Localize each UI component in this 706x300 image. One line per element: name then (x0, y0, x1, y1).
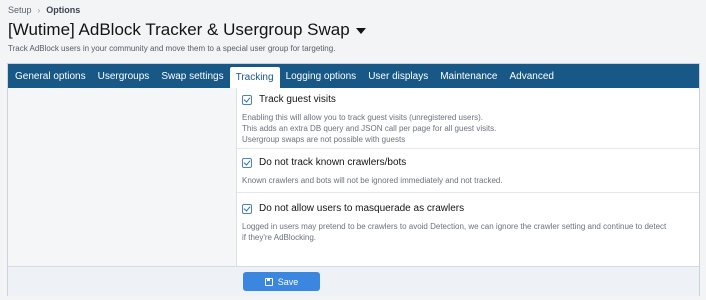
label-column (8, 88, 237, 266)
caret-down-icon[interactable] (355, 28, 366, 34)
option-row-ignore-crawlers: Do not track known crawlers/bots Known c… (237, 149, 699, 193)
tab-general-options[interactable]: General options (9, 64, 92, 88)
track-guest-visits-label[interactable]: Track guest visits (259, 94, 336, 105)
breadcrumb-options[interactable]: Options (46, 5, 80, 15)
option-hint: Enabling this will allow you to track gu… (242, 113, 483, 122)
option-row-no-masquerade: Do not allow users to masquerade as craw… (237, 193, 699, 266)
track-guest-visits-checkbox[interactable] (242, 94, 252, 105)
option-hints: Known crawlers and bots will not be igno… (242, 175, 691, 186)
tab-user-displays[interactable]: User displays (362, 64, 434, 88)
option-hint: if they're AdBlocking. (242, 233, 317, 242)
tab-swap-settings[interactable]: Swap settings (155, 64, 229, 88)
no-masquerade-label[interactable]: Do not allow users to masquerade as craw… (259, 203, 464, 214)
tab-tracking[interactable]: Tracking (229, 67, 280, 88)
tab-bar: General options Usergroups Swap settings… (8, 64, 699, 88)
option-rows: Track guest visits Enabling this will al… (237, 88, 699, 266)
save-button-label: Save (277, 276, 299, 287)
tab-maintenance[interactable]: Maintenance (434, 64, 503, 88)
options-panel: General options Usergroups Swap settings… (7, 63, 700, 296)
option-hints: Enabling this will allow you to track gu… (242, 112, 691, 145)
form-body: Track guest visits Enabling this will al… (8, 88, 699, 266)
breadcrumb-separator: › (37, 5, 41, 15)
page-title: [Wutime] AdBlock Tracker & Usergroup Swa… (8, 20, 350, 39)
option-hint: Known crawlers and bots will not be igno… (242, 176, 503, 185)
ignore-crawlers-checkbox[interactable] (242, 157, 252, 168)
breadcrumb-setup[interactable]: Setup (8, 5, 32, 15)
tab-advanced[interactable]: Advanced (503, 64, 559, 88)
option-head: Track guest visits (242, 94, 691, 105)
breadcrumb: Setup › Options (8, 5, 80, 15)
tab-logging-options[interactable]: Logging options (280, 64, 363, 88)
option-hint: Logged in users may pretend to be crawle… (242, 222, 667, 231)
save-icon (264, 277, 273, 286)
page-title-container: [Wutime] AdBlock Tracker & Usergroup Swa… (8, 20, 366, 40)
option-hint: Usergroup swaps are not possible with gu… (242, 135, 406, 144)
form-footer: Save (8, 266, 699, 296)
option-head: Do not track known crawlers/bots (242, 157, 691, 168)
option-hints: Logged in users may pretend to be crawle… (242, 221, 691, 243)
option-head: Do not allow users to masquerade as craw… (242, 203, 691, 214)
option-hint: This adds an extra DB query and JSON cal… (242, 124, 497, 133)
no-masquerade-checkbox[interactable] (242, 203, 252, 214)
option-row-track-guest-visits: Track guest visits Enabling this will al… (237, 88, 699, 149)
save-button[interactable]: Save (243, 272, 320, 291)
page-description: Track AdBlock users in your community an… (8, 44, 336, 53)
tab-usergroups[interactable]: Usergroups (92, 64, 156, 88)
ignore-crawlers-label[interactable]: Do not track known crawlers/bots (259, 157, 406, 168)
